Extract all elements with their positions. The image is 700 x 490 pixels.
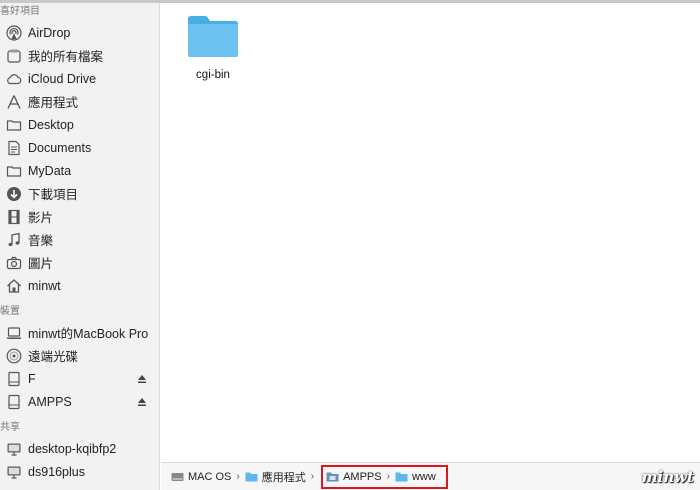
sidebar-item-label: 下載項目 <box>28 188 79 202</box>
download-icon <box>6 186 22 202</box>
sidebar-item-label: 圖片 <box>28 257 54 271</box>
sidebar-item-mydata[interactable]: MyData <box>0 159 159 182</box>
sidebar-item-label: AMPPS <box>28 394 72 409</box>
finder-window: 喜好項目 AirDrop 我的所有檔案 iCloud Drive 應用程式 De… <box>0 0 700 490</box>
highlight-box: AMPPS › www <box>321 464 448 489</box>
monitor-icon <box>6 464 22 480</box>
music-icon <box>6 232 22 248</box>
sidebar-item-desktop-kqibfp2[interactable]: desktop-kqibfp2 <box>0 437 159 460</box>
devices-header: 裝置 <box>0 306 20 317</box>
folder-icon <box>6 163 22 179</box>
folder-icon <box>395 471 408 482</box>
sidebar-item-label: iCloud Drive <box>28 71 97 86</box>
sidebar-item-label: MyData <box>28 163 72 178</box>
cloud-icon <box>6 71 22 87</box>
sidebar-item-label: F <box>28 371 36 386</box>
folder-icon <box>245 471 258 482</box>
sidebar-item-documents[interactable]: Documents <box>0 136 159 159</box>
sidebar-item-icloud-drive[interactable]: iCloud Drive <box>0 67 159 90</box>
film-icon <box>6 209 22 225</box>
favorites-header: 喜好項目 <box>0 6 40 17</box>
path-crumb-label: www <box>411 470 436 483</box>
airdrop-icon <box>6 24 22 41</box>
sidebar-item-label: 音樂 <box>28 234 54 248</box>
folder-item[interactable]: cgi-bin <box>183 13 243 81</box>
hard-drive-icon <box>171 471 184 482</box>
path-crumb-ampps[interactable]: AMPPS <box>326 471 382 483</box>
sidebar-item-downloads[interactable]: 下載項目 <box>0 182 159 205</box>
sidebar-item-label: 影片 <box>28 211 54 225</box>
shared-header: 共享 <box>0 422 20 433</box>
path-crumb-applications[interactable]: 應用程式 <box>245 469 306 485</box>
sidebar-item-desktop[interactable]: Desktop <box>0 113 159 136</box>
path-separator: › <box>236 471 240 482</box>
sidebar-item-label: 我的所有檔案 <box>28 50 104 64</box>
path-crumb-www[interactable]: www <box>395 471 436 483</box>
disc-icon <box>6 348 22 364</box>
sidebar-item-label: Documents <box>28 140 92 155</box>
sidebar-item-label: AirDrop <box>28 25 71 40</box>
folder-icon <box>183 13 243 59</box>
sidebar-item-remote-disc[interactable]: 遠端光碟 <box>0 344 159 367</box>
folder-icon <box>326 471 339 482</box>
sidebar-item-label: Desktop <box>28 117 74 132</box>
home-icon <box>6 278 22 294</box>
path-separator: › <box>310 471 315 482</box>
path-crumb-label: 應用程式 <box>261 471 306 484</box>
sidebar-item-airdrop[interactable]: AirDrop <box>0 21 159 44</box>
sidebar-item-applications[interactable]: 應用程式 <box>0 90 159 113</box>
sidebar-item-all-files[interactable]: 我的所有檔案 <box>0 44 159 67</box>
sidebar-item-ds916plus[interactable]: ds916plus <box>0 460 159 483</box>
path-separator: › <box>386 471 390 482</box>
camera-icon <box>6 255 22 271</box>
sidebar-item-home[interactable]: minwt <box>0 274 159 297</box>
laptop-icon <box>6 325 22 341</box>
path-crumb-label: MAC OS <box>188 470 232 483</box>
sidebar-item-ampps[interactable]: AMPPS <box>0 390 159 413</box>
monitor-icon <box>6 441 22 457</box>
drive-icon <box>6 394 22 410</box>
path-bar: MAC OS › 應用程式 › AMPPS › www <box>161 462 700 490</box>
drive-icon <box>6 371 22 387</box>
folder-label: cgi-bin <box>196 69 230 81</box>
sidebar-item-macbook[interactable]: minwt的MacBook Pro <box>0 321 159 344</box>
path-crumb-label: AMPPS <box>343 470 382 483</box>
eject-icon[interactable] <box>137 373 147 383</box>
sidebar-item-label: ds916plus <box>28 464 85 479</box>
file-content-area[interactable]: cgi-bin <box>161 3 700 462</box>
sidebar-item-label: minwt <box>28 278 61 293</box>
sidebar-item-label: 應用程式 <box>28 96 79 110</box>
path-crumb-macos[interactable]: MAC OS <box>171 471 231 483</box>
sidebar-item-movies[interactable]: 影片 <box>0 205 159 228</box>
sidebar-item-label: desktop-kqibfp2 <box>28 441 117 456</box>
sidebar-item-label: 遠端光碟 <box>28 350 79 364</box>
watermark: minwt <box>641 468 694 486</box>
sidebar-item-music[interactable]: 音樂 <box>0 228 159 251</box>
sidebar-item-label: minwt的MacBook Pro <box>28 327 149 341</box>
folder-icon <box>6 117 22 133</box>
sidebar-item-pictures[interactable]: 圖片 <box>0 251 159 274</box>
applications-icon <box>6 94 22 110</box>
documents-icon <box>6 140 22 156</box>
eject-icon[interactable] <box>137 396 147 406</box>
sidebar-item-drive-f[interactable]: F <box>0 367 159 390</box>
all-files-icon <box>6 48 22 64</box>
sidebar: 喜好項目 AirDrop 我的所有檔案 iCloud Drive 應用程式 De… <box>0 3 160 490</box>
